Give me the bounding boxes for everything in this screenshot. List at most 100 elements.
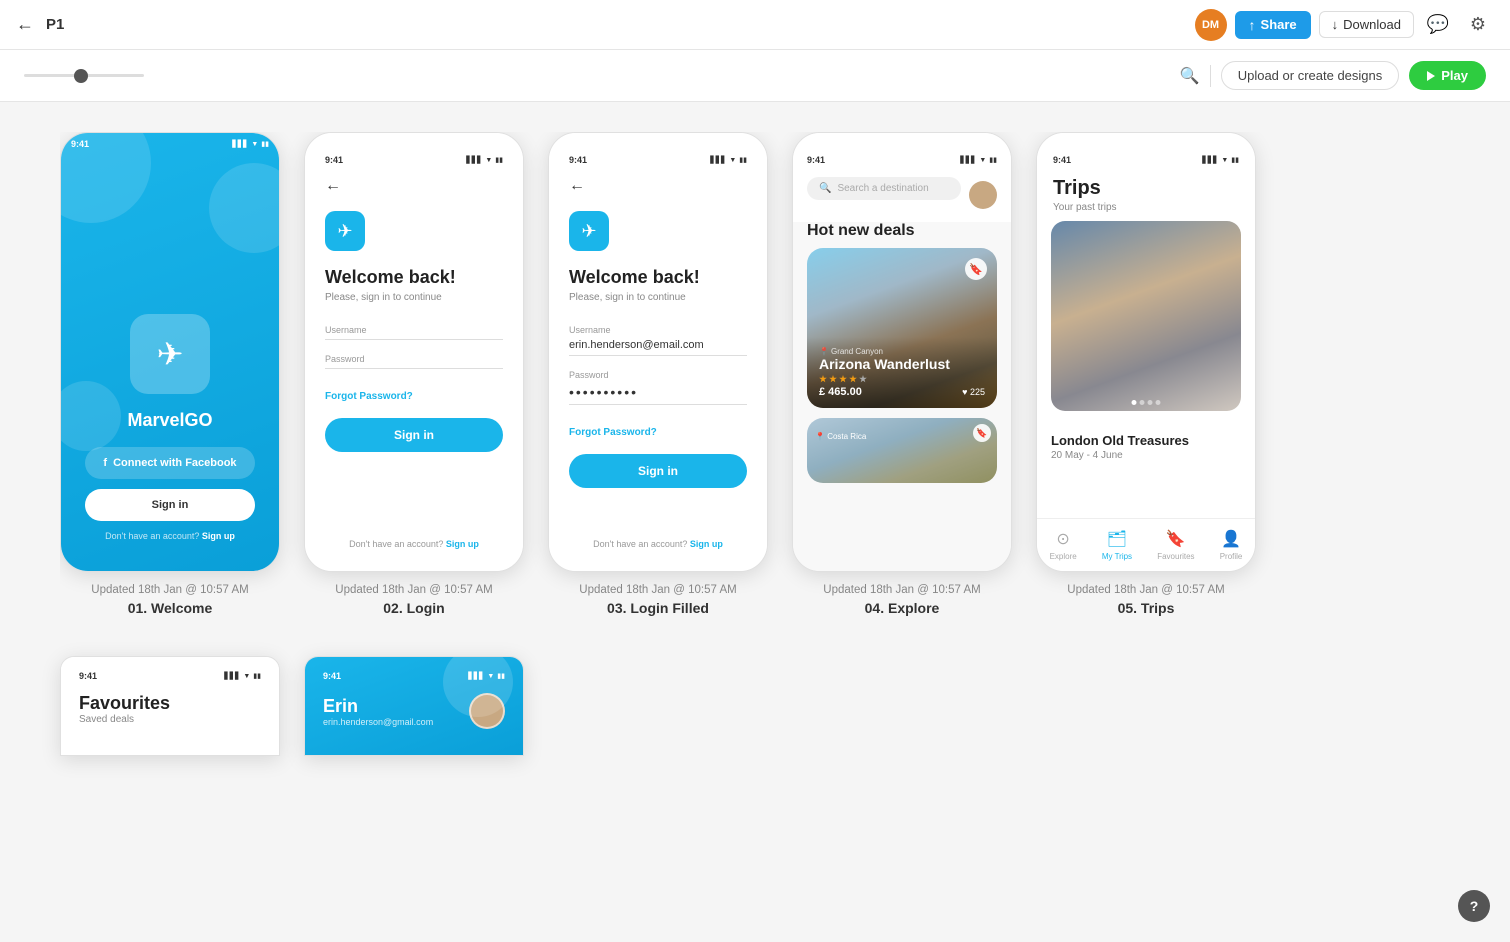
card-title-1: Arizona Wanderlust xyxy=(819,356,985,372)
signup-link-2[interactable]: Sign up xyxy=(446,539,479,549)
logo-hex: ✈ xyxy=(130,314,210,394)
screen-item-welcome: 9:41 ▋▋▋ ▼ ▮▮ ✈ MarvelGO xyxy=(60,132,280,616)
screen-title-login: 02. Login xyxy=(335,600,492,616)
pin-icon: 📍 xyxy=(819,347,829,356)
screen-title-trips: 05. Trips xyxy=(1067,600,1224,616)
slider-thumb xyxy=(74,69,88,83)
dot-1 xyxy=(1132,400,1137,405)
screen-frame-welcome[interactable]: 9:41 ▋▋▋ ▼ ▮▮ ✈ MarvelGO xyxy=(60,132,280,572)
explore-card-1[interactable]: 🔖 📍 Grand Canyon Arizona Wanderlust xyxy=(807,248,997,408)
signup-link[interactable]: Sign up xyxy=(202,531,235,541)
fav-icon: 🔖 xyxy=(1166,529,1186,549)
screen-frame-login[interactable]: 9:41 ▋▋▋ ▼ ▮▮ ← ✈ Welcome back! Please, … xyxy=(304,132,524,572)
toolbar-left xyxy=(24,74,144,77)
signup-link-3[interactable]: Sign up xyxy=(690,539,723,549)
download-button[interactable]: ↓ Download xyxy=(1319,11,1414,38)
status-icons-3: ▋▋▋ ▼ ▮▮ xyxy=(710,156,747,164)
welcome-text-2: Welcome back! xyxy=(325,267,503,288)
fav-sub: Saved deals xyxy=(79,714,261,725)
topbar: ← P1 DM ↑ Share ↓ Download 💬 ⚙ xyxy=(0,0,1510,50)
trips-card-title: London Old Treasures xyxy=(1051,433,1241,448)
nav-profile[interactable]: 👤 Profile xyxy=(1220,529,1243,561)
screen-updated-login-filled: Updated 18th Jan @ 10:57 AM xyxy=(579,584,736,596)
user-avatar xyxy=(969,181,997,209)
toolbar: 🔍 Upload or create designs Play xyxy=(0,50,1510,102)
profile-email: erin.henderson@gmail.com xyxy=(323,717,433,727)
nav-favourites[interactable]: 🔖 Favourites xyxy=(1157,529,1194,561)
star-3 xyxy=(839,375,847,383)
screen-frame-explore[interactable]: 9:41 ▋▋▋ ▼ ▮▮ 🔍 Search a destination xyxy=(792,132,1012,572)
status-time-7: 9:41 xyxy=(323,671,341,681)
card-location: 📍 Grand Canyon xyxy=(819,347,985,356)
password-line-2 xyxy=(325,368,503,369)
back-button[interactable]: ← xyxy=(16,14,34,35)
signin-button[interactable]: Sign in xyxy=(85,489,255,521)
screen-item-favourites: 9:41 ▋▋▋ ▼ ▮▮ Favourites Saved deals xyxy=(60,656,280,756)
status-time-4: 9:41 xyxy=(807,155,825,165)
back-arrow-3[interactable]: ← xyxy=(569,177,747,195)
status-icons-1: ▋▋▋ ▼ ▮▮ xyxy=(232,140,269,148)
zoom-slider[interactable] xyxy=(24,74,144,77)
comment-button[interactable]: 💬 xyxy=(1422,9,1454,41)
screen-frame-favourites[interactable]: 9:41 ▋▋▋ ▼ ▮▮ Favourites Saved deals xyxy=(60,656,280,756)
username-value-3: erin.henderson@email.com xyxy=(569,339,747,351)
fav-title: Favourites xyxy=(79,693,261,714)
search-bar[interactable]: 🔍 Search a destination xyxy=(807,177,961,200)
explore-header: 9:41 ▋▋▋ ▼ ▮▮ 🔍 Search a destination xyxy=(793,133,1011,222)
statusbar-2: 9:41 ▋▋▋ ▼ ▮▮ xyxy=(325,155,503,165)
signin-btn-2[interactable]: Sign in xyxy=(325,418,503,452)
screen-title-explore: 04. Explore xyxy=(823,600,980,616)
gear-icon: ⚙ xyxy=(1470,14,1486,35)
screen-title-login-filled: 03. Login Filled xyxy=(579,600,736,616)
explore-card-2[interactable]: 📍 Costa Rica 🔖 xyxy=(807,418,997,483)
screen-meta-login: Updated 18th Jan @ 10:57 AM 02. Login xyxy=(335,584,492,616)
statusbar-3: 9:41 ▋▋▋ ▼ ▮▮ xyxy=(569,155,747,165)
play-button[interactable]: Play xyxy=(1409,61,1486,90)
plane-icon-2: ✈ xyxy=(325,211,365,251)
nav-explore[interactable]: ⊙ Explore xyxy=(1050,529,1077,561)
avatar-button[interactable]: DM xyxy=(1195,9,1227,41)
screen-frame-login-filled[interactable]: 9:41 ▋▋▋ ▼ ▮▮ ← ✈ Welcome back! Please, … xyxy=(548,132,768,572)
screen-frame-profile[interactable]: 9:41 ▋▋▋ ▼ ▮▮ Erin erin.henderson@gmail.… xyxy=(304,656,524,756)
avatar-initials: DM xyxy=(1202,19,1219,31)
signin-btn-3[interactable]: Sign in xyxy=(569,454,747,488)
settings-button[interactable]: ⚙ xyxy=(1462,9,1494,41)
s1-bottom: f Connect with Facebook Sign in Don't ha… xyxy=(61,447,279,541)
nav-trips-label: My Trips xyxy=(1102,552,1132,561)
trips-card[interactable] xyxy=(1051,221,1241,411)
bookmark-icon[interactable]: 🔖 xyxy=(965,258,987,280)
help-icon: ? xyxy=(1470,898,1479,914)
explore-bg: 9:41 ▋▋▋ ▼ ▮▮ 🔍 Search a destination xyxy=(793,133,1011,571)
share-button[interactable]: ↑ Share xyxy=(1235,11,1311,39)
bookmark-icon-2[interactable]: 🔖 xyxy=(973,424,991,442)
screen-item-login: 9:41 ▋▋▋ ▼ ▮▮ ← ✈ Welcome back! Please, … xyxy=(304,132,524,616)
facebook-button[interactable]: f Connect with Facebook xyxy=(85,447,255,479)
page-title: P1 xyxy=(46,16,64,33)
share-icon: ↑ xyxy=(1249,17,1256,33)
welcome-bg: 9:41 ▋▋▋ ▼ ▮▮ ✈ MarvelGO xyxy=(61,133,279,571)
fb-label: Connect with Facebook xyxy=(113,457,236,469)
status-icons-2: ▋▋▋ ▼ ▮▮ xyxy=(466,156,503,164)
screen-item-explore: 9:41 ▋▋▋ ▼ ▮▮ 🔍 Search a destination xyxy=(792,132,1012,616)
back-arrow[interactable]: ← xyxy=(325,177,503,195)
screens-grid-row1: 9:41 ▋▋▋ ▼ ▮▮ ✈ MarvelGO xyxy=(60,132,1450,616)
search-button[interactable]: 🔍 xyxy=(1180,66,1200,86)
username-label-3: Username xyxy=(569,325,747,335)
blob2 xyxy=(209,163,280,253)
main-content: 9:41 ▋▋▋ ▼ ▮▮ ✈ MarvelGO xyxy=(0,102,1510,942)
screen-title-welcome: 01. Welcome xyxy=(91,600,248,616)
london-image xyxy=(1051,221,1241,411)
upload-button[interactable]: Upload or create designs xyxy=(1221,61,1400,90)
nav-my-trips[interactable]: 🗂 My Trips xyxy=(1102,529,1132,561)
forgot-link-3[interactable]: Forgot Password? xyxy=(569,427,747,438)
username-line-2 xyxy=(325,339,503,340)
signup-bottom-2: Don't have an account? Sign up xyxy=(325,523,503,549)
star-5 xyxy=(859,375,867,383)
nav-profile-label: Profile xyxy=(1220,552,1243,561)
screen-meta-trips: Updated 18th Jan @ 10:57 AM 05. Trips xyxy=(1067,584,1224,616)
help-button[interactable]: ? xyxy=(1458,890,1490,922)
forgot-link-2[interactable]: Forgot Password? xyxy=(325,391,503,402)
nav-explore-label: Explore xyxy=(1050,552,1077,561)
screen-frame-trips[interactable]: 9:41 ▋▋▋ ▼ ▮▮ Trips Your past trips xyxy=(1036,132,1256,572)
explore-icon: ⊙ xyxy=(1056,529,1069,549)
